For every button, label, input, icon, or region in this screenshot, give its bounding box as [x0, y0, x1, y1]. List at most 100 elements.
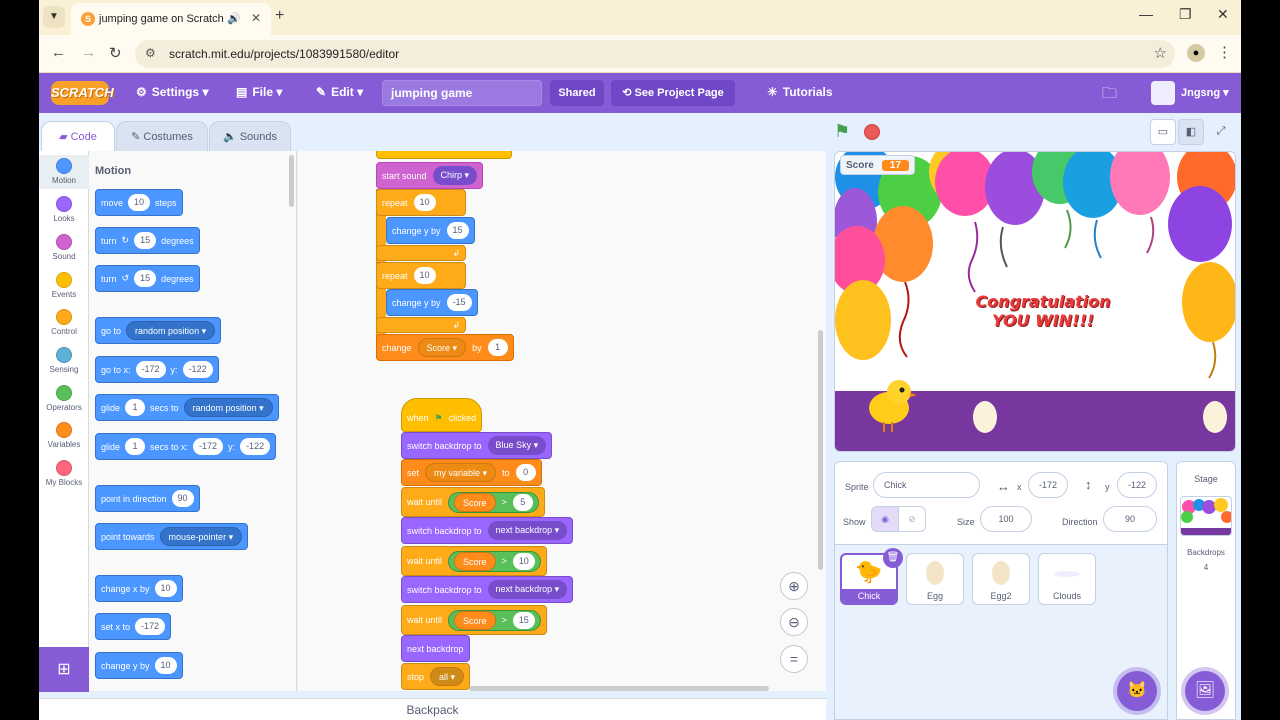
palette-scrollbar[interactable] [289, 155, 294, 207]
size-input[interactable]: 100 [980, 506, 1032, 532]
block-next-backdrop[interactable]: next backdrop [401, 635, 470, 662]
block-switch-backdrop[interactable]: switch backdrop to next backdrop ▾ [401, 576, 574, 603]
block-go-to-xy[interactable]: go to x: -172 y: -122 [95, 356, 219, 383]
y-input[interactable]: -122 [1117, 472, 1157, 498]
block-set-x[interactable]: set x to -172 [95, 613, 172, 640]
category-variables[interactable]: Variables [39, 422, 89, 449]
block-dropdown[interactable]: random position ▾ [126, 321, 216, 340]
block-input[interactable]: -15 [446, 294, 472, 311]
zoom-in-icon[interactable]: ⊕ [780, 572, 808, 600]
block-point-towards[interactable]: point towards mouse-pointer ▾ [95, 523, 249, 550]
close-window-icon[interactable]: ✕ [1217, 6, 1229, 23]
sprite-tile-clouds[interactable]: Clouds [1038, 553, 1096, 605]
category-sound[interactable]: Sound [39, 234, 89, 261]
block-input[interactable]: 0 [515, 464, 536, 481]
show-visible-icon[interactable]: ◉ [871, 506, 899, 532]
egg-sprite[interactable] [971, 399, 999, 435]
block-input[interactable]: 15 [446, 222, 469, 239]
block-change-y[interactable]: change y by 15 [386, 217, 475, 244]
tab-costumes[interactable]: ✎ Costumes [116, 121, 208, 151]
block-switch-backdrop[interactable]: switch backdrop to next backdrop ▾ [401, 517, 574, 544]
stage-canvas[interactable]: Congratulation YOU WIN!!! Score 17 [834, 151, 1236, 452]
delete-sprite-icon[interactable]: 🗑 [883, 548, 903, 568]
block-stop[interactable]: stop all ▾ [401, 663, 471, 690]
block-dropdown[interactable]: all ▾ [430, 667, 465, 686]
variable-reporter[interactable]: Score [454, 492, 496, 512]
choose-sprite-button[interactable]: 🐱 [1117, 671, 1157, 711]
block-input[interactable]: 15 [134, 232, 157, 249]
tab-search-icon[interactable]: ▼ [43, 6, 65, 28]
block-glide-to[interactable]: glide 1 secs to random position ▾ [95, 394, 279, 421]
block-switch-backdrop[interactable]: switch backdrop to Blue Sky ▾ [401, 432, 553, 459]
block-dropdown[interactable]: Score ▾ [417, 338, 467, 357]
see-project-page-button[interactable]: ⟲ See Project Page [611, 80, 735, 106]
block-input[interactable]: 1 [125, 399, 146, 416]
site-info-icon[interactable]: ⚙ [145, 46, 156, 60]
project-title-input[interactable]: jumping game [382, 80, 542, 106]
block-change-x[interactable]: change x by 10 [95, 575, 183, 602]
block-input[interactable]: 1 [125, 438, 146, 455]
block-input[interactable]: 10 [413, 267, 436, 284]
reload-icon[interactable]: ↻ [109, 44, 122, 62]
egg2-sprite[interactable] [1201, 399, 1229, 435]
account-menu[interactable]: Jngsng ▾ [1181, 86, 1229, 99]
new-tab-icon[interactable]: + [275, 7, 284, 25]
settings-menu[interactable]: ⚙ Settings ▾ [136, 85, 208, 99]
shared-button[interactable]: Shared [550, 80, 604, 106]
hide-icon[interactable]: ⊘ [898, 506, 926, 532]
block-change-y[interactable]: change y by -15 [386, 289, 478, 316]
block-when-flag-clicked[interactable]: when ⚑ clicked [401, 398, 483, 432]
block-dropdown[interactable]: Blue Sky ▾ [487, 436, 547, 455]
close-tab-icon[interactable]: ✕ [251, 11, 261, 25]
sprite-tile-egg[interactable]: Egg [906, 553, 964, 605]
block-move-steps[interactable]: move 10 steps [95, 189, 183, 216]
direction-input[interactable]: 90 [1103, 506, 1157, 532]
choose-backdrop-button[interactable]: 🖼 [1185, 671, 1225, 711]
block-input[interactable]: 10 [154, 580, 177, 597]
block-greater-than[interactable]: Score >5 [448, 491, 539, 513]
chick-sprite[interactable] [859, 374, 919, 434]
variable-reporter[interactable]: Score [454, 610, 496, 630]
block-dropdown[interactable]: next backdrop ▾ [487, 521, 568, 540]
block-dropdown[interactable]: Chirp ▾ [432, 166, 478, 185]
back-icon[interactable]: ← [51, 44, 66, 61]
block-input[interactable]: 90 [171, 490, 194, 507]
backpack[interactable]: Backpack [39, 698, 826, 720]
block-greater-than[interactable]: Score >15 [448, 609, 541, 631]
workspace-horizontal-scrollbar[interactable] [469, 686, 769, 691]
block-input[interactable]: -172 [135, 618, 166, 635]
block-wait-until[interactable]: wait until Score >15 [401, 605, 547, 635]
sprite-tile-egg2[interactable]: Egg2 [972, 553, 1030, 605]
block-dropdown[interactable]: random position ▾ [183, 398, 273, 417]
stop-icon[interactable] [864, 124, 880, 140]
block-dropdown[interactable]: next backdrop ▾ [487, 580, 568, 599]
block-input[interactable]: 10 [413, 194, 436, 211]
block-turn-left[interactable]: turn ↺ 15 degrees [95, 265, 200, 292]
hat-block-partial[interactable] [376, 151, 512, 159]
edit-menu[interactable]: ✎ Edit ▾ [316, 85, 363, 99]
workspace-vertical-scrollbar[interactable] [818, 330, 823, 570]
block-point-in-direction[interactable]: point in direction 90 [95, 485, 200, 512]
zoom-reset-icon[interactable]: = [780, 645, 808, 673]
category-sensing[interactable]: Sensing [39, 347, 89, 374]
block-go-to[interactable]: go to random position ▾ [95, 317, 222, 344]
maximize-icon[interactable]: ❐ [1179, 6, 1192, 23]
tutorials-button[interactable]: ☀ Tutorials [767, 85, 833, 99]
sprite-name-input[interactable]: Chick [873, 472, 980, 498]
block-input[interactable]: -172 [193, 438, 224, 455]
block-input[interactable]: -172 [135, 361, 166, 378]
forward-icon[interactable]: → [81, 44, 96, 61]
my-stuff-folder-icon[interactable]: 🗀 [1102, 83, 1117, 108]
code-workspace[interactable]: start sound Chirp ▾ repeat 10 change y by 1… [298, 151, 826, 691]
browser-tab[interactable]: S jumping game on Scratch 🔊 ✕ [71, 3, 271, 35]
block-input[interactable]: -122 [240, 438, 271, 455]
bookmark-star-icon[interactable]: ☆ [1154, 44, 1167, 62]
file-menu[interactable]: ▤ File ▾ [236, 85, 282, 99]
category-events[interactable]: Events [39, 272, 89, 299]
block-input[interactable]: -122 [182, 361, 213, 378]
category-my-blocks[interactable]: My Blocks [39, 460, 89, 487]
url-field[interactable]: ⚙ scratch.mit.edu/projects/1083991580/ed… [135, 40, 1175, 68]
block-glide-to-xy[interactable]: glide 1 secs to x: -172 y: -122 [95, 433, 277, 460]
category-control[interactable]: Control [39, 309, 89, 336]
block-input[interactable]: 5 [512, 493, 533, 511]
